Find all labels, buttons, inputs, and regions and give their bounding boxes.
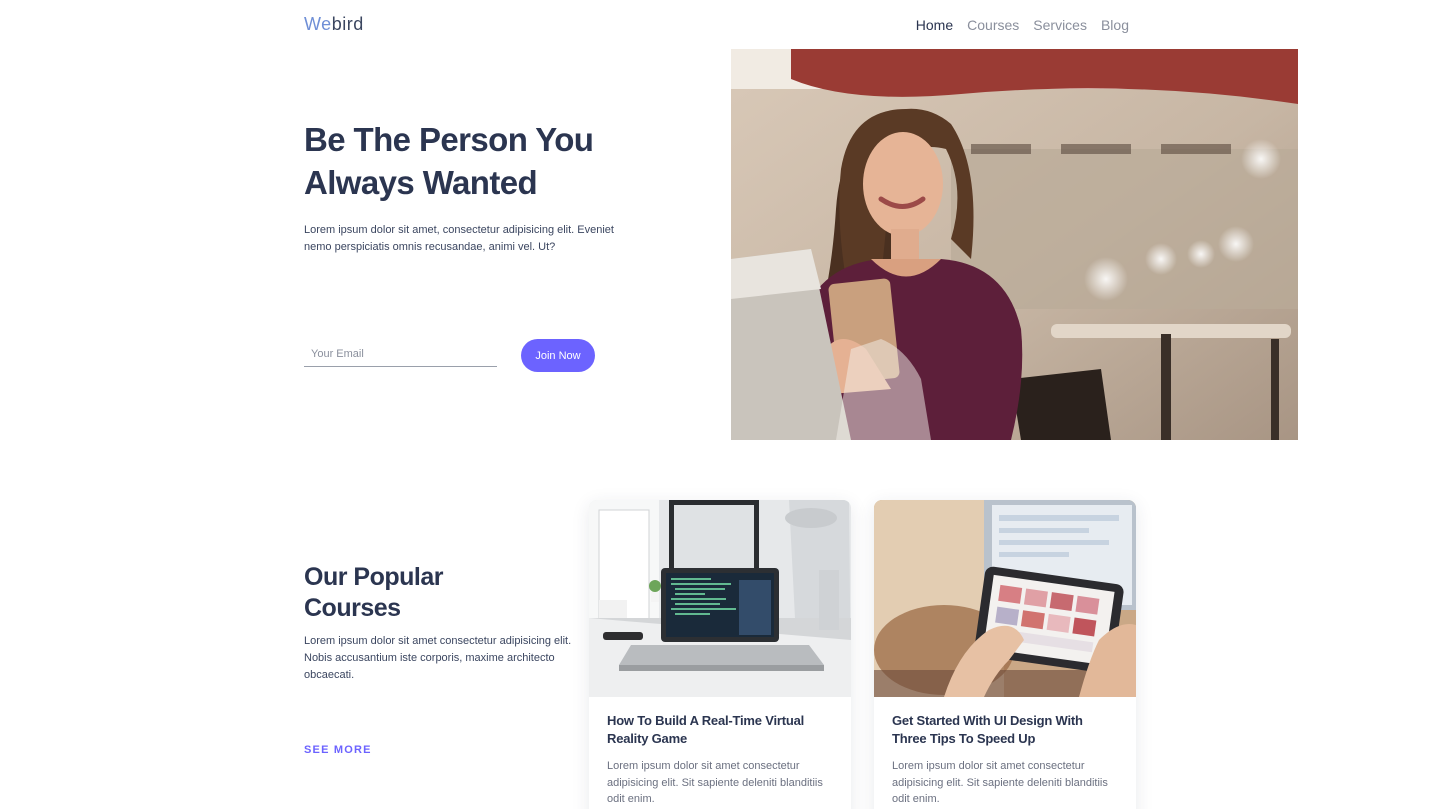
nav-courses[interactable]: Courses [967, 17, 1019, 33]
logo[interactable]: Webird [304, 14, 364, 35]
course-card-title: How To Build A Real-Time Virtual Reality… [607, 713, 805, 746]
laptop-desk-photo-icon [589, 500, 851, 697]
courses-description: Lorem ipsum dolor sit amet consectetur a… [304, 635, 572, 681]
courses-title-line2: Courses [304, 594, 401, 622]
hero-title-line1: Be The Person You [304, 121, 594, 158]
nav-blog[interactable]: Blog [1101, 17, 1129, 33]
course-card-text: Lorem ipsum dolor sit amet consectetur a… [892, 760, 1108, 805]
logo-prefix: We [304, 14, 332, 34]
email-input[interactable] [304, 342, 497, 367]
see-more-link[interactable]: SEE MORE [304, 744, 372, 756]
join-now-button[interactable]: Join Now [521, 339, 595, 372]
tablet-hands-photo-icon [874, 500, 1136, 697]
course-card-title: Get Started With UI Design With Three Ti… [892, 713, 1083, 746]
course-card[interactable]: Get Started With UI Design With Three Ti… [874, 500, 1136, 809]
nav-services[interactable]: Services [1033, 17, 1087, 33]
course-card-text: Lorem ipsum dolor sit amet consectetur a… [607, 760, 823, 805]
hero-title-line2: Always Wanted [304, 164, 538, 201]
woman-with-phone-photo-icon [731, 49, 1298, 440]
hero-image [731, 49, 1298, 440]
hero-description: Lorem ipsum dolor sit amet, consectetur … [304, 224, 614, 253]
main-nav: Home Courses Services Blog [916, 17, 1129, 33]
courses-title-line1: Our Popular [304, 563, 443, 591]
logo-suffix: bird [331, 14, 364, 34]
course-card[interactable]: How To Build A Real-Time Virtual Reality… [589, 500, 851, 809]
hero-title: Be The Person You Always Wanted [304, 118, 644, 204]
nav-home[interactable]: Home [916, 17, 953, 33]
courses-title: Our Popular Courses [304, 562, 504, 624]
